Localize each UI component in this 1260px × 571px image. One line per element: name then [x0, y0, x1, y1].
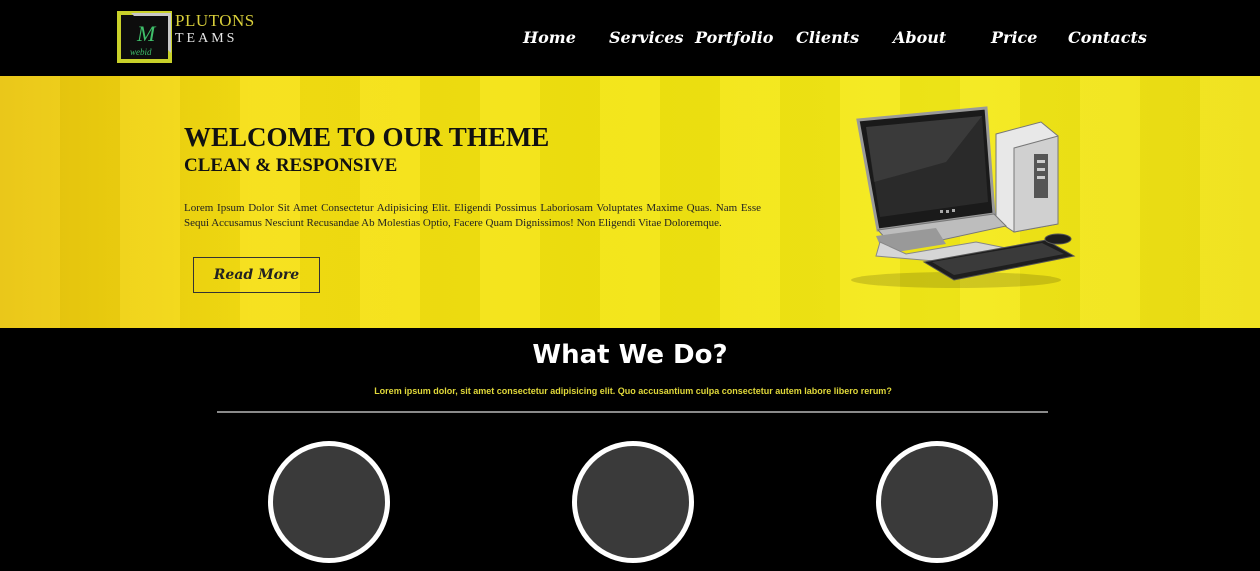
hero-banner: WELCOME TO OUR THEME CLEAN & RESPONSIVE … [0, 76, 1260, 328]
nav-clients[interactable]: Clients [796, 28, 859, 47]
tower-icon [995, 121, 1059, 233]
nav-services[interactable]: Services [609, 28, 683, 47]
monitor-icon [856, 106, 1017, 263]
main-nav: Home Services Portfolio Clients About Pr… [0, 28, 1260, 52]
service-circle-2[interactable] [572, 441, 694, 563]
read-more-button[interactable]: Read More [193, 257, 320, 293]
hero-description: Lorem Ipsum Dolor Sit Amet Consectetur A… [184, 202, 761, 229]
nav-home[interactable]: Home [523, 28, 576, 47]
hero-subtitle: CLEAN & RESPONSIVE [184, 155, 398, 176]
service-circle-3[interactable] [876, 441, 998, 563]
nav-price[interactable]: Price [991, 28, 1037, 47]
hero-title: WELCOME TO OUR THEME [184, 122, 550, 152]
desktop-computer-image [851, 106, 1076, 288]
mouse-icon [1044, 233, 1072, 245]
section-title: What We Do? [532, 340, 728, 370]
section-divider [217, 411, 1048, 413]
nav-about[interactable]: About [893, 28, 946, 47]
service-circle-1[interactable] [268, 441, 390, 563]
nav-contacts[interactable]: Contacts [1068, 28, 1147, 47]
section-description: Lorem ipsum dolor, sit amet consectetur … [374, 386, 892, 396]
nav-portfolio[interactable]: Portfolio [695, 28, 773, 47]
header: M webid PLUTONS TEAMS Home Services Port… [0, 0, 1260, 76]
